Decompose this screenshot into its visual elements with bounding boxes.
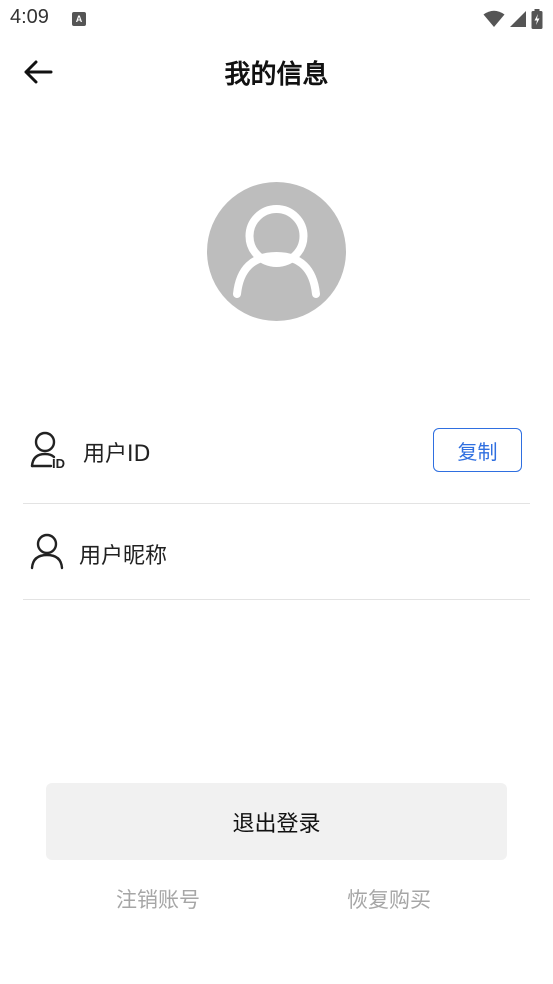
cancel-account-link[interactable]: 注销账号 — [116, 884, 200, 914]
user-nickname-label: 用户昵称 — [79, 544, 168, 569]
notification-app-icon: A — [72, 12, 86, 26]
avatar[interactable] — [207, 182, 346, 321]
user-icon — [29, 532, 65, 574]
copy-button[interactable]: 复制 — [433, 428, 522, 472]
user-placeholder-icon — [233, 205, 320, 298]
cellular-signal-icon — [510, 11, 526, 27]
user-id-label: 用户ID — [83, 442, 151, 467]
page-title: 我的信息 — [224, 60, 329, 90]
restore-purchase-link[interactable]: 恢复购买 — [347, 884, 431, 914]
status-indicators — [483, 9, 543, 29]
logout-button[interactable]: 退出登录 — [46, 783, 507, 860]
top-app-bar: 我的信息 — [0, 40, 553, 104]
svg-text:ID: ID — [52, 456, 65, 470]
user-id-icon: ID — [29, 430, 71, 474]
wifi-icon — [483, 10, 505, 27]
battery-icon — [531, 9, 543, 29]
user-id-row: ID 用户ID 复制 — [23, 402, 530, 504]
user-nickname-row[interactable]: 用户昵称 — [23, 504, 530, 600]
status-bar: 4:09 A — [0, 0, 553, 40]
status-time: 4:09 — [10, 6, 49, 28]
